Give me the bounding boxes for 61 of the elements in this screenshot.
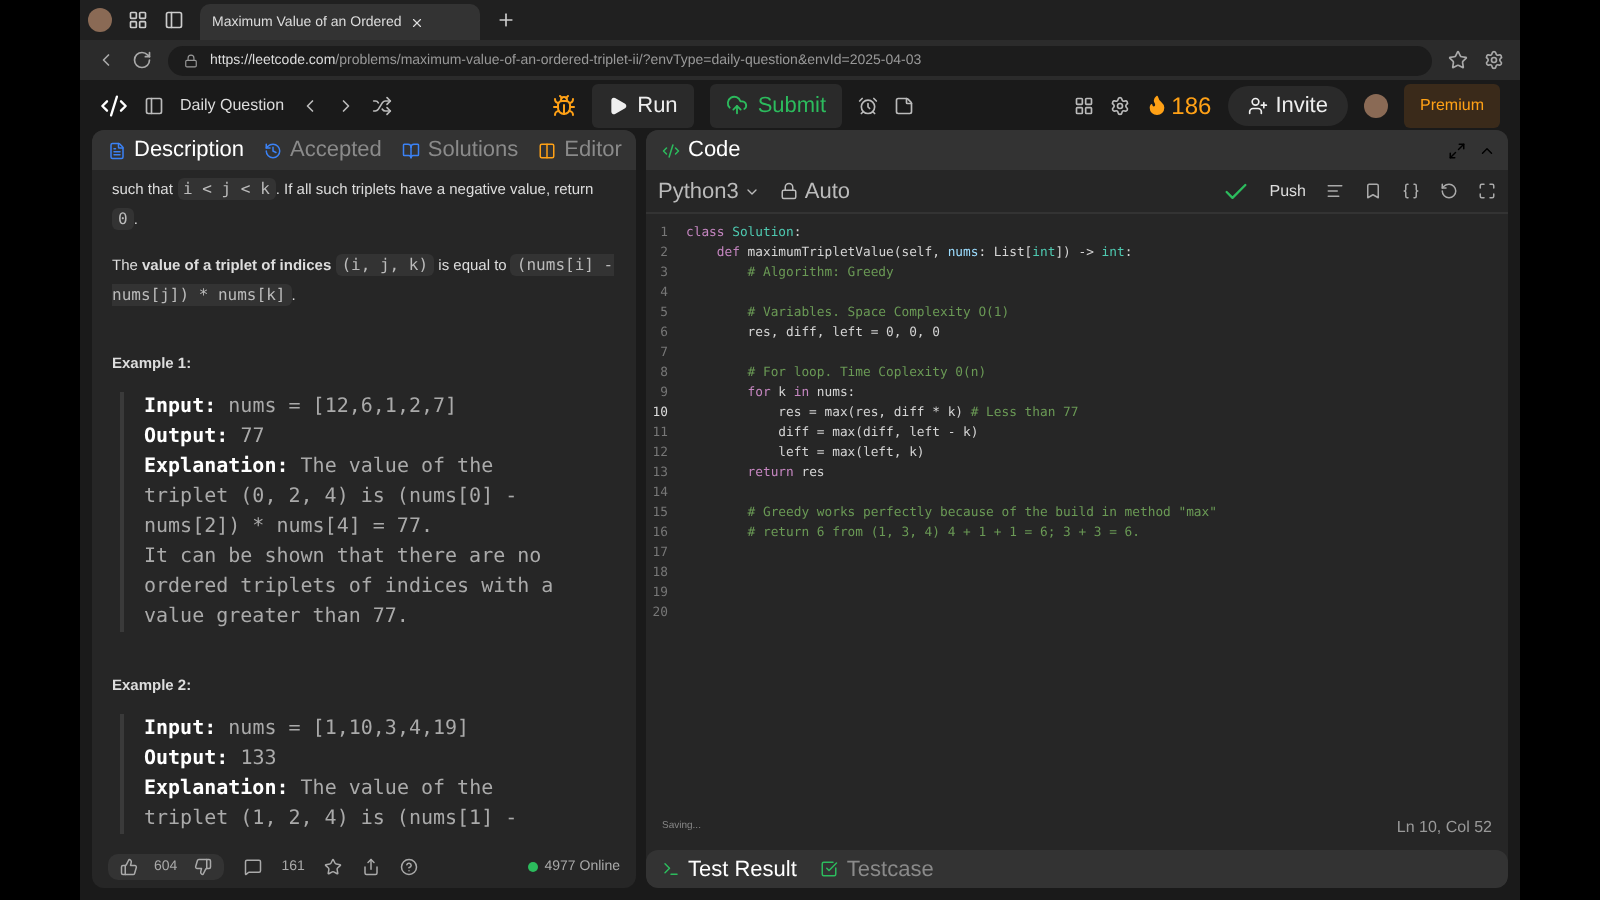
panel-icon: [144, 95, 164, 115]
panel-tab[interactable]: Testcase: [816, 857, 938, 881]
thumbs-down-icon: [193, 857, 212, 875]
terminal-icon: [662, 860, 680, 878]
expand-icon: [1448, 141, 1466, 159]
tab-icon: [108, 141, 126, 159]
alarm-icon: [858, 95, 879, 115]
sidebar-icon: [164, 10, 184, 30]
streak-counter[interactable]: 186: [1145, 91, 1212, 119]
fullscreen-icon: [1478, 182, 1496, 200]
panel-tab[interactable]: Test Result: [658, 857, 801, 881]
user-avatar[interactable]: [1363, 93, 1388, 117]
run-button[interactable]: Run: [591, 83, 694, 127]
favorite-icon: [1448, 50, 1468, 70]
logo-icon: [100, 91, 128, 119]
panel-tab[interactable]: Solutions: [397, 138, 523, 162]
shuffle-icon: [372, 95, 393, 115]
profile-avatar[interactable]: [88, 8, 112, 32]
flame-icon: [1145, 94, 1168, 116]
cloud-upload-icon: [725, 94, 748, 116]
auto-mode[interactable]: Auto: [780, 179, 851, 203]
settings-icon: [1484, 50, 1504, 70]
note-icon: [894, 95, 915, 115]
comment-icon: [243, 857, 262, 875]
panel-tab[interactable]: Description: [104, 138, 249, 162]
share-icon: [362, 857, 381, 875]
tab-icon: [538, 141, 557, 159]
new-tab-icon: [496, 10, 516, 30]
star-icon: [324, 857, 343, 875]
braces-icon: [1402, 182, 1420, 200]
format-icon: [1326, 182, 1344, 200]
bookmark-icon: [1364, 182, 1382, 200]
close-icon[interactable]: [409, 15, 424, 29]
cursor-position: Ln 10, Col 52: [1396, 817, 1492, 835]
grid-icon: [1073, 95, 1094, 115]
tab-icon: [401, 141, 420, 159]
thumbs-up-icon: [120, 857, 138, 875]
language-select[interactable]: Python3: [658, 179, 761, 203]
undo-icon: [1440, 182, 1458, 200]
lock-icon: [780, 182, 799, 200]
daily-question-link[interactable]: Daily Question: [180, 96, 285, 114]
checkbox-icon: [820, 860, 839, 878]
panel-tab[interactable]: Accepted: [260, 138, 386, 162]
lock-icon: [184, 53, 198, 67]
play-icon: [607, 95, 628, 115]
reload-icon: [132, 50, 152, 70]
invite-button[interactable]: Invite: [1227, 85, 1348, 125]
push-label[interactable]: Push: [1269, 182, 1306, 200]
example-block: Input: nums = [1,10,3,4,19] Output: 133 Explanation: The value of the triplet (1, 2, 4) is (nums[1] -: [120, 714, 616, 834]
help-icon: [400, 857, 419, 875]
premium-button[interactable]: Premium: [1403, 83, 1500, 127]
bug-icon: [551, 93, 576, 117]
add-user-icon: [1247, 95, 1268, 115]
tab-actions-icon: [128, 10, 148, 30]
tab-icon: [264, 141, 283, 159]
submit-button[interactable]: Submit: [709, 83, 843, 127]
panel-tab[interactable]: Editor: [534, 138, 626, 162]
example-block: Input: nums = [12,6,1,2,7] Output: 77 Explanation: The value of the triplet (0, 2, 4) is (nums[0] - nums[2]) * nums[4] = 77. It can be shown that there are no ordered triplets of indices with a value greater than 77.: [120, 392, 616, 632]
code-tab[interactable]: Code: [658, 138, 745, 162]
code-icon: [662, 141, 680, 159]
settings-icon: [1109, 95, 1130, 115]
